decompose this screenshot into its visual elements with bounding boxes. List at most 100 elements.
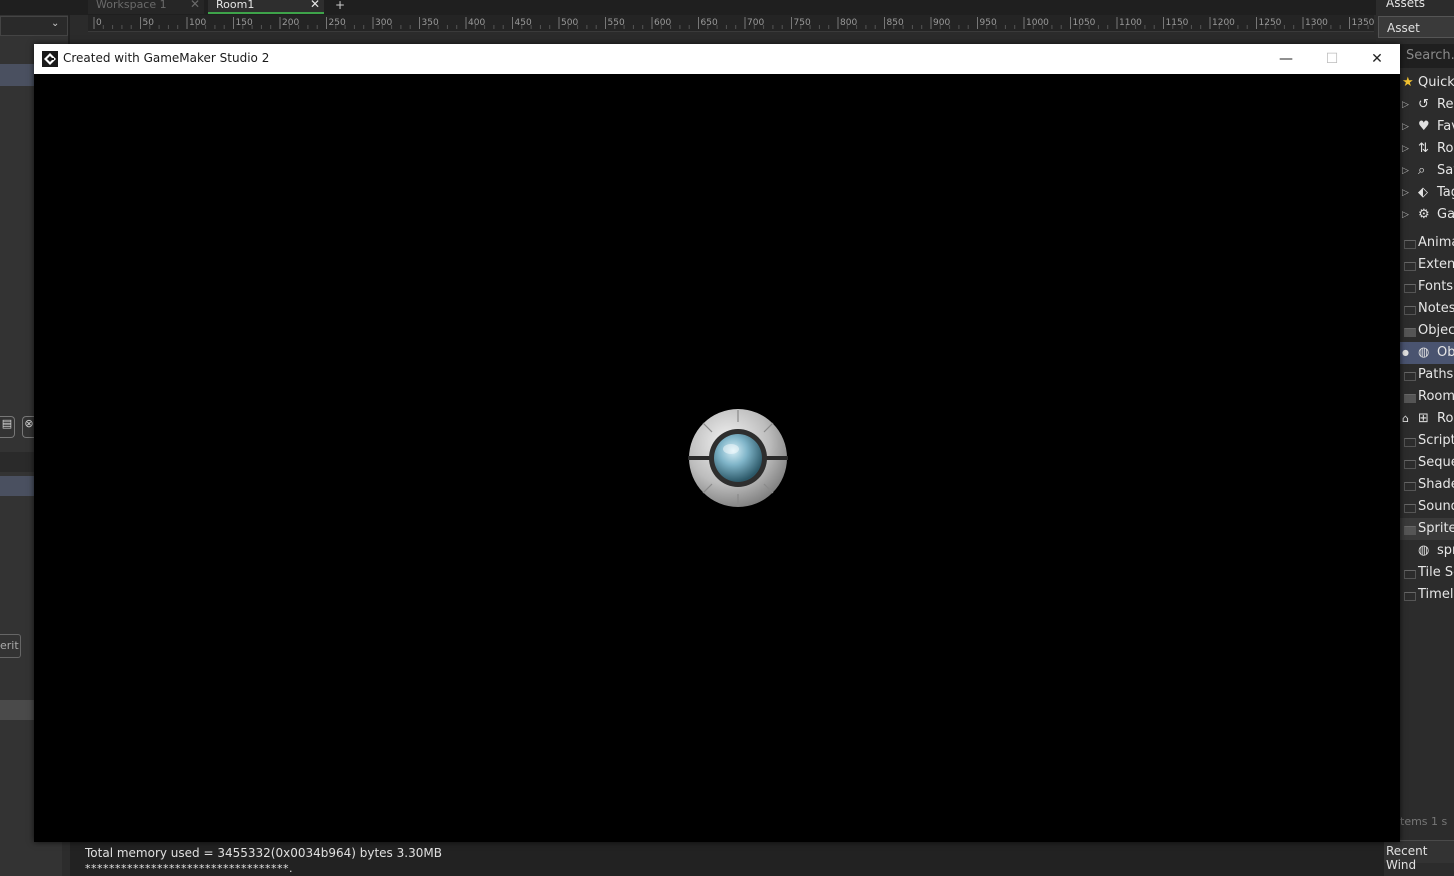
tree-quick-access[interactable]: ★ Quick A <box>1400 72 1454 94</box>
folder-icon <box>1404 284 1416 293</box>
tree-label: Notes <box>1418 301 1454 316</box>
gamemaker-logo-icon <box>42 51 58 67</box>
tree-game[interactable]: ▷ ⚙ Ga <box>1400 204 1454 226</box>
folder-icon <box>1404 592 1416 601</box>
ruler-label: 800 <box>840 18 857 28</box>
tree-label: Rec <box>1437 97 1454 112</box>
tree-label: Roo <box>1437 411 1454 426</box>
output-memory-line: Total memory used = 3455332(0x0034b964) … <box>85 846 442 860</box>
tree-folder-objects[interactable]: Object <box>1400 320 1454 342</box>
tree-label: Paths <box>1418 367 1454 382</box>
tree-room-order[interactable]: ▷ ⇅ Roo <box>1400 138 1454 160</box>
tree-folder-sequences[interactable]: Seque <box>1400 452 1454 474</box>
tree-label: Rooms <box>1418 389 1454 404</box>
tree-folder-notes[interactable]: Notes <box>1400 298 1454 320</box>
asset-search-input[interactable]: Search... <box>1400 44 1454 68</box>
chevron-right-icon[interactable]: ▷ <box>1402 160 1409 182</box>
tree-folder-paths[interactable]: Paths <box>1400 364 1454 386</box>
left-selected-row[interactable] <box>0 64 34 86</box>
ruler-label: 550 <box>608 18 625 28</box>
minimize-button[interactable]: — <box>1263 44 1309 74</box>
object-icon: ◍ <box>1418 345 1430 360</box>
room-icon: ⊞ <box>1418 411 1429 426</box>
tree-folder-shaders[interactable]: Shade <box>1400 474 1454 496</box>
layer-icon[interactable]: ▤ <box>0 416 15 438</box>
chevron-right-icon[interactable]: ▷ <box>1402 138 1409 160</box>
tree-label: Tag <box>1437 185 1454 200</box>
left-dropdown[interactable]: ⌄ <box>0 16 68 36</box>
tree-folder-timelines[interactable]: Timelir <box>1400 584 1454 606</box>
folder-icon <box>1404 482 1416 491</box>
inherit-button[interactable]: erit <box>0 634 21 658</box>
maximize-button[interactable]: ☐ <box>1309 44 1355 74</box>
ruler-label: 450 <box>515 18 532 28</box>
ruler-label: 250 <box>329 18 346 28</box>
tree-folder-sprites[interactable]: Sprites <box>1400 518 1454 540</box>
tree-folder-scripts[interactable]: Scripts <box>1400 430 1454 452</box>
tab-room1[interactable]: Room1 ✕ <box>208 0 324 14</box>
gear-icon: ⚙ <box>1418 207 1430 222</box>
star-icon: ★ <box>1402 75 1414 90</box>
ruler-label: 1050 <box>1073 18 1096 28</box>
chevron-right-icon[interactable]: ▷ <box>1402 94 1409 116</box>
ruler-label: 850 <box>887 18 904 28</box>
tree-favorites[interactable]: ▷ ♥ Fav <box>1400 116 1454 138</box>
tree-folder-extensions[interactable]: Extens <box>1400 254 1454 276</box>
tree-folder-rooms[interactable]: Rooms <box>1400 386 1454 408</box>
ruler-label: 1250 <box>1259 18 1282 28</box>
ruler-label: 1300 <box>1305 18 1328 28</box>
orb-sprite <box>688 409 788 507</box>
tree-label: Ga <box>1437 207 1454 222</box>
close-icon[interactable]: ✕ <box>190 0 200 10</box>
tree-room-asset[interactable]: ⌂ ⊞ Roo <box>1400 408 1454 430</box>
ruler-label: 1000 <box>1026 18 1049 28</box>
folder-icon <box>1404 460 1416 469</box>
chevron-right-icon[interactable]: ▷ <box>1402 204 1409 226</box>
tree-label: Fav <box>1437 119 1454 134</box>
tree-saved-searches[interactable]: ▷ ⌕ Sav <box>1400 160 1454 182</box>
ruler-label: 700 <box>747 18 764 28</box>
assets-title: Assets <box>1386 0 1426 10</box>
add-tab-button[interactable]: + <box>330 0 348 14</box>
close-button[interactable]: ✕ <box>1354 44 1400 74</box>
folder-icon <box>1404 372 1416 381</box>
sprite-icon: ◍ <box>1418 543 1430 558</box>
tree-object-asset[interactable]: ● ◍ Ob <box>1400 342 1454 364</box>
ruler-label: 750 <box>794 18 811 28</box>
left-panel-band <box>0 700 34 720</box>
asset-items-count: tems 1 s <box>1400 815 1448 828</box>
folder-icon <box>1404 504 1416 513</box>
ruler-label: 300 <box>375 18 392 28</box>
tab-workspace-1[interactable]: Workspace 1 ✕ <box>88 0 204 14</box>
ruler-ticks: 0 50 100 150 200 250 300 350 400 450 500 550 600 650 7… <box>93 17 1375 29</box>
game-window: Created with GameMaker Studio 2 — ☐ ✕ <box>34 44 1400 842</box>
tree-label: Sav <box>1437 163 1454 178</box>
ruler-label: 150 <box>236 18 253 28</box>
tree-recent[interactable]: ▷ ↺ Rec <box>1400 94 1454 116</box>
tree-folder-sounds[interactable]: Sound <box>1400 496 1454 518</box>
home-icon: ⌂ <box>1402 412 1409 425</box>
left-selected-row-2[interactable] <box>0 476 34 496</box>
ruler-label: 1150 <box>1166 18 1189 28</box>
title-bar[interactable]: Created with GameMaker Studio 2 — ☐ ✕ <box>34 44 1400 74</box>
tree-label: Fonts <box>1418 279 1454 294</box>
game-canvas[interactable] <box>34 74 1400 842</box>
chevron-down-icon: ⌄ <box>51 18 60 29</box>
folder-icon <box>1404 262 1416 271</box>
asset-browser-button[interactable]: Asset Brows <box>1378 16 1454 57</box>
tree-label: Object <box>1418 323 1454 338</box>
ruler-label: 200 <box>282 18 299 28</box>
tab-room1-label: Room1 <box>216 0 255 11</box>
chevron-right-icon[interactable]: ▷ <box>1402 182 1409 204</box>
tree-sprite-asset[interactable]: ◍ spr <box>1400 540 1454 562</box>
tree-label: Sprites <box>1418 521 1454 536</box>
folder-icon <box>1404 438 1416 447</box>
tree-folder-tilesets[interactable]: Tile Se <box>1400 562 1454 584</box>
tree-folder-fonts[interactable]: Fonts <box>1400 276 1454 298</box>
ruler-label: 650 <box>701 18 718 28</box>
chevron-right-icon[interactable]: ▷ <box>1402 116 1409 138</box>
tree-tags[interactable]: ▷ ⬖ Tag <box>1400 182 1454 204</box>
left-panel-header <box>0 452 34 472</box>
tree-folder-animation[interactable]: Anima <box>1400 232 1454 254</box>
close-icon[interactable]: ✕ <box>310 0 320 10</box>
